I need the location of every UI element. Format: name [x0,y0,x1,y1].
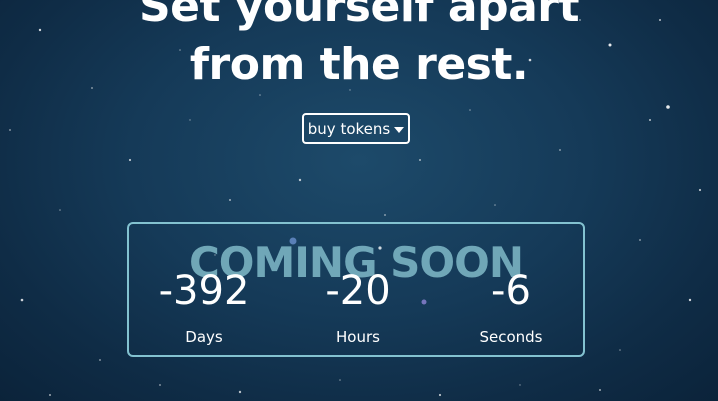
hero-headline: Set yourself apart from the rest. [0,0,718,94]
days-label: Days [185,328,223,346]
countdown-panel: COMING SOON -392 Days -20 Hours -6 Secon… [127,222,585,357]
hero-section: Set yourself apart from the rest. [0,0,718,94]
days-value: -392 [158,268,250,314]
headline-line-2: from the rest. [189,39,529,90]
hours-label: Hours [336,328,380,346]
caret-down-icon [394,126,405,133]
seconds-label: Seconds [479,328,543,346]
countdown-hours: -20 Hours [288,266,428,346]
seconds-value: -6 [491,268,531,314]
hours-value: -20 [325,268,391,314]
buy-tokens-button[interactable]: buy tokens [302,113,410,144]
countdown-seconds: -6 Seconds [441,266,581,346]
countdown-days: -392 Days [134,266,274,346]
buy-tokens-label: buy tokens [307,119,391,138]
headline-line-1: Set yourself apart [138,0,580,32]
